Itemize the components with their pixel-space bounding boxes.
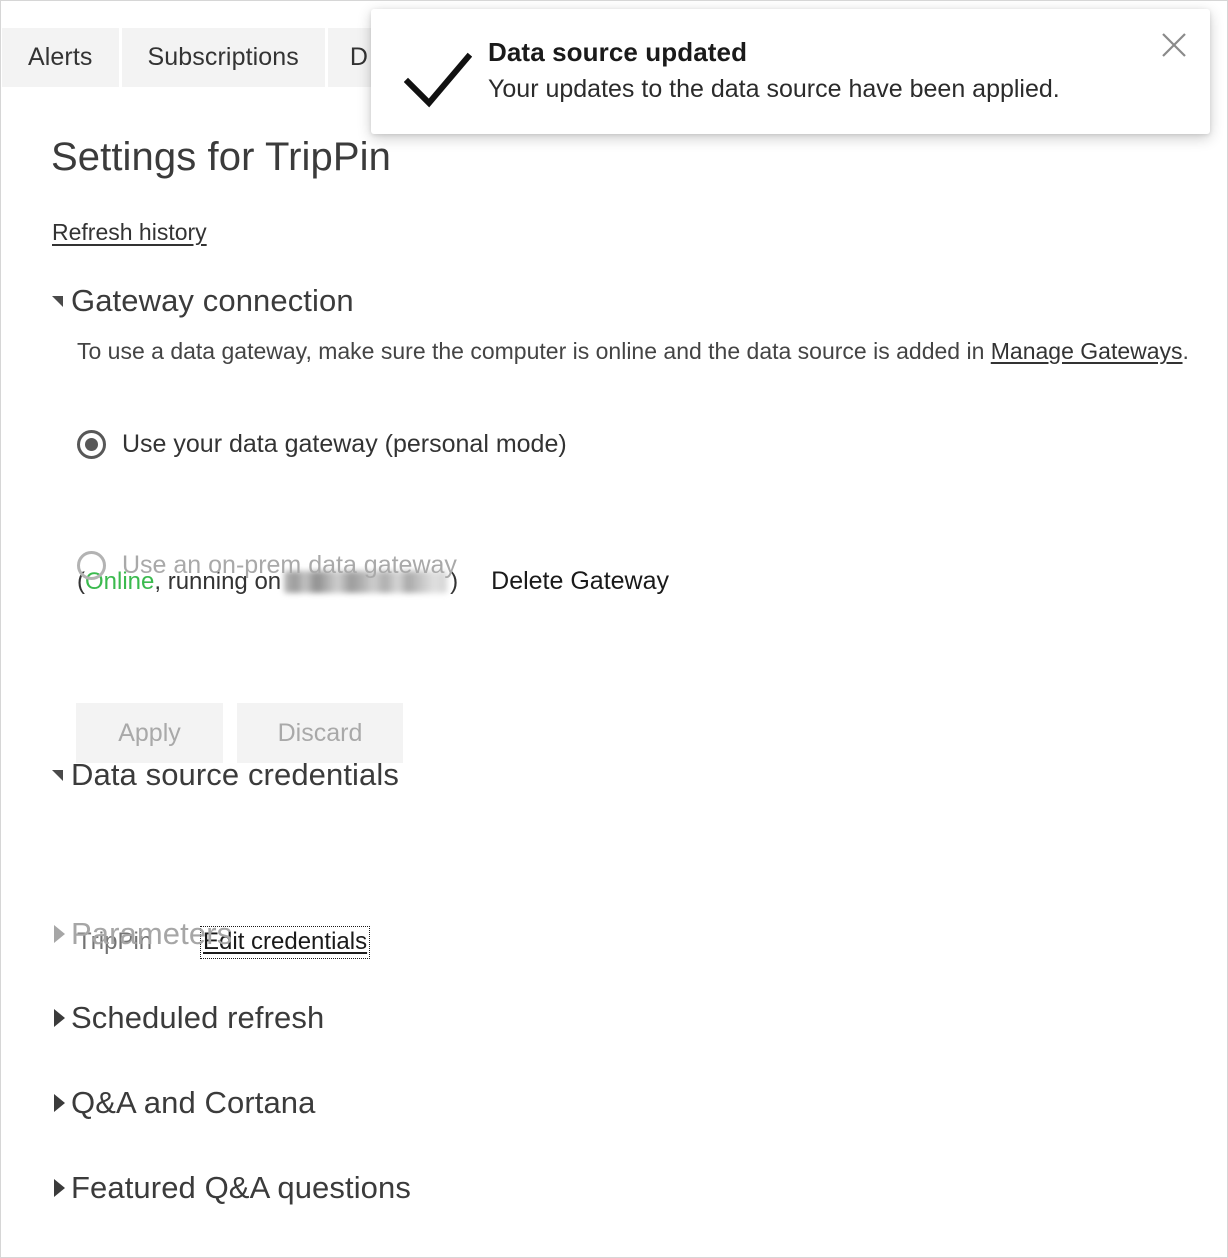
radio-personal-gateway-label: Use your data gateway (personal mode) bbox=[122, 430, 567, 458]
chevron-right-icon bbox=[51, 1094, 69, 1112]
gateway-button-row: Apply Discard bbox=[76, 703, 403, 763]
chevron-right-icon bbox=[51, 925, 69, 943]
section-header-gateway-connection[interactable]: Gateway connection bbox=[51, 283, 354, 319]
radio-unselected-icon bbox=[77, 551, 106, 580]
radio-onprem-gateway[interactable]: Use an on-prem data gateway bbox=[77, 551, 457, 580]
chevron-expanded-icon bbox=[51, 766, 69, 784]
manage-gateways-link[interactable]: Manage Gateways bbox=[991, 338, 1183, 364]
section-header-data-source-credentials[interactable]: Data source credentials bbox=[51, 757, 399, 793]
section-title: Parameters bbox=[71, 916, 233, 951]
close-icon[interactable] bbox=[1152, 23, 1196, 67]
tab-alerts[interactable]: Alerts bbox=[2, 28, 119, 87]
settings-page: Alerts Subscriptions D Settings for Trip… bbox=[0, 0, 1228, 1258]
gateway-description-prefix: To use a data gateway, make sure the com… bbox=[77, 338, 991, 364]
radio-onprem-gateway-label: Use an on-prem data gateway bbox=[122, 551, 457, 579]
toast-title: Data source updated bbox=[488, 37, 748, 67]
delete-gateway-button[interactable]: Delete Gateway bbox=[491, 567, 669, 596]
section-title: Q&A and Cortana bbox=[71, 1085, 316, 1120]
toast-text-block: Data source updated Your updates to the … bbox=[488, 37, 1140, 104]
section-header-qa-and-cortana[interactable]: Q&A and Cortana bbox=[51, 1085, 316, 1121]
tab-subscriptions[interactable]: Subscriptions bbox=[121, 28, 325, 87]
discard-button[interactable]: Discard bbox=[237, 703, 403, 763]
section-title: Data source credentials bbox=[71, 757, 399, 792]
toast-message: Your updates to the data source have bee… bbox=[488, 75, 1060, 103]
gateway-description-suffix: . bbox=[1182, 338, 1189, 364]
section-title: Gateway connection bbox=[71, 283, 354, 318]
section-title: Featured Q&A questions bbox=[71, 1170, 411, 1205]
section-title: Scheduled refresh bbox=[71, 1000, 325, 1035]
section-header-parameters[interactable]: Parameters bbox=[51, 916, 232, 952]
refresh-history-link[interactable]: Refresh history bbox=[52, 219, 207, 246]
chevron-right-icon bbox=[51, 1009, 69, 1027]
apply-button[interactable]: Apply bbox=[76, 703, 223, 763]
toast-notification: Data source updated Your updates to the … bbox=[371, 9, 1210, 134]
radio-personal-gateway[interactable]: Use your data gateway (personal mode) bbox=[77, 430, 567, 459]
page-content: Settings for TripPin Refresh history Gat… bbox=[1, 87, 1227, 1257]
chevron-expanded-icon bbox=[51, 292, 69, 310]
gateway-description: To use a data gateway, make sure the com… bbox=[77, 334, 1197, 369]
section-header-scheduled-refresh[interactable]: Scheduled refresh bbox=[51, 1000, 324, 1036]
radio-selected-icon bbox=[77, 430, 106, 459]
page-title: Settings for TripPin bbox=[51, 135, 391, 179]
tab-strip: Alerts Subscriptions D bbox=[2, 28, 390, 87]
section-header-featured-qa-questions[interactable]: Featured Q&A questions bbox=[51, 1170, 411, 1206]
checkmark-icon bbox=[404, 52, 472, 108]
chevron-right-icon bbox=[51, 1179, 69, 1197]
